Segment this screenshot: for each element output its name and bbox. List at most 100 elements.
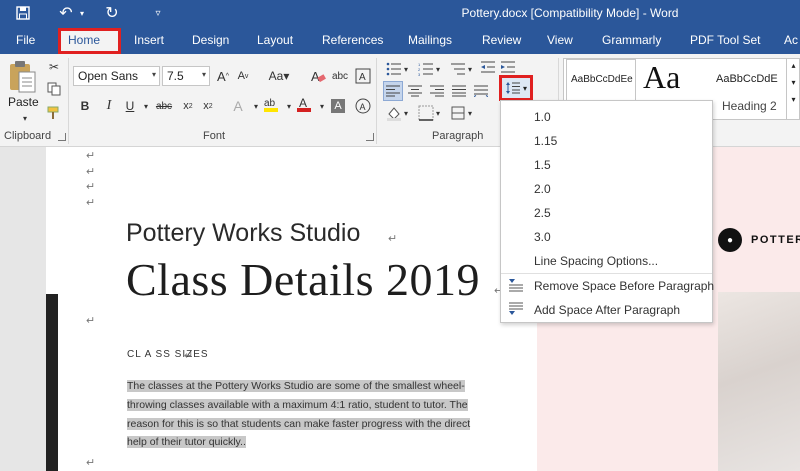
increase-indent-icon[interactable] bbox=[499, 58, 517, 76]
window-title: Pottery.docx [Compatibility Mode] - Word bbox=[461, 6, 679, 20]
line-spacing-option-2-0[interactable]: 2.0 bbox=[534, 182, 551, 196]
tab-review[interactable]: Review bbox=[482, 33, 521, 47]
character-shading-icon[interactable]: A bbox=[331, 99, 345, 113]
tab-pdf-tool-set[interactable]: PDF Tool Set bbox=[690, 33, 760, 47]
document-heading-1[interactable]: Pottery Works Studio bbox=[126, 219, 360, 248]
style-preview: AaBbCcDdEe bbox=[571, 74, 633, 85]
multilevel-dropdown-icon[interactable]: ▾ bbox=[465, 60, 475, 78]
numbering-dropdown-icon[interactable]: ▾ bbox=[433, 60, 443, 78]
line-spacing-button[interactable]: ▾ bbox=[499, 75, 533, 101]
body-line-text: help of their tutor quickly.. bbox=[127, 436, 246, 448]
line-spacing-option-1-0[interactable]: 1.0 bbox=[534, 110, 551, 124]
chevron-down-icon[interactable]: ▾ bbox=[787, 78, 799, 87]
line-spacing-option-1-15[interactable]: 1.15 bbox=[534, 134, 557, 148]
font-color-icon[interactable]: A bbox=[295, 95, 313, 113]
underline-dropdown-icon[interactable]: ▾ bbox=[137, 97, 155, 115]
tab-file[interactable]: File bbox=[16, 33, 35, 47]
chevron-down-icon: ▾ bbox=[522, 83, 527, 93]
align-left-icon[interactable] bbox=[383, 81, 403, 101]
line-spacing-option-1-5[interactable]: 1.5 bbox=[534, 158, 551, 172]
paragraph-mark: ↵ bbox=[86, 457, 96, 469]
justify-icon[interactable] bbox=[450, 82, 468, 100]
shrink-font-icon[interactable]: Av bbox=[234, 67, 252, 85]
decrease-indent-icon[interactable] bbox=[479, 58, 497, 76]
text-effects-icon[interactable]: A bbox=[229, 97, 247, 115]
remove-space-before-item[interactable]: Remove Space Before Paragraph bbox=[534, 279, 714, 293]
font-name-combo[interactable]: Open Sans ▾ bbox=[73, 66, 160, 86]
document-heading-2[interactable]: Class Details 2019 bbox=[126, 253, 480, 306]
paragraph-mark: ↵ bbox=[86, 181, 96, 193]
group-divider bbox=[376, 58, 377, 144]
style-preview: Aa bbox=[643, 59, 681, 95]
enclose-characters-icon[interactable]: A bbox=[354, 97, 372, 115]
line-spacing-option-3-0[interactable]: 3.0 bbox=[534, 230, 551, 244]
add-space-after-icon bbox=[508, 302, 524, 316]
paste-button-label[interactable]: Paste bbox=[8, 95, 39, 109]
font-size-value: 7.5 bbox=[167, 69, 184, 83]
tab-view[interactable]: View bbox=[547, 33, 573, 47]
body-line-text: throwing classes available with a maximu… bbox=[127, 399, 468, 411]
remove-space-before-icon bbox=[508, 278, 524, 292]
clipboard-group-label: Clipboard bbox=[4, 130, 52, 142]
side-logo: ● POTTER bbox=[718, 228, 800, 252]
more-styles-icon[interactable]: ▾ bbox=[787, 95, 799, 104]
bold-icon[interactable]: B bbox=[76, 97, 94, 115]
change-case-icon[interactable]: Aa▾ bbox=[266, 67, 292, 85]
tab-layout[interactable]: Layout bbox=[257, 33, 293, 47]
font-size-combo[interactable]: 7.5 ▾ bbox=[162, 66, 210, 86]
highlight-icon[interactable]: ab bbox=[262, 95, 280, 113]
svg-text:A: A bbox=[360, 102, 366, 112]
body-line[interactable]: throwing classes available with a maximu… bbox=[127, 397, 477, 414]
clear-formatting-icon[interactable]: A bbox=[309, 67, 327, 85]
line-spacing-options-item[interactable]: Line Spacing Options... bbox=[534, 254, 658, 268]
paragraph-group-label: Paragraph bbox=[432, 130, 484, 142]
borders-dropdown-icon[interactable]: ▾ bbox=[433, 104, 443, 122]
line-spacing-option-2-5[interactable]: 2.5 bbox=[534, 206, 551, 220]
phonetic-guide-icon[interactable]: abc bbox=[331, 67, 349, 85]
font-group-label: Font bbox=[203, 130, 226, 142]
shading-dropdown-icon[interactable]: ▾ bbox=[401, 104, 411, 122]
font-color-dropdown-icon[interactable]: ▾ bbox=[313, 97, 331, 115]
align-center-icon[interactable] bbox=[406, 82, 424, 100]
font-launcher-icon[interactable] bbox=[366, 133, 374, 141]
tab-grammarly[interactable]: Grammarly bbox=[602, 33, 661, 47]
paste-dropdown-icon[interactable]: ▾ bbox=[16, 109, 34, 127]
chevron-down-icon: ▾ bbox=[201, 70, 206, 79]
grow-font-icon[interactable]: A ^ bbox=[214, 67, 232, 85]
character-border-icon[interactable]: A bbox=[354, 67, 372, 85]
section-label[interactable]: CL A SS SIZES bbox=[127, 349, 209, 360]
cut-icon[interactable]: ✂ bbox=[45, 58, 63, 76]
group-divider bbox=[68, 58, 69, 144]
italic-icon[interactable]: I bbox=[100, 97, 118, 115]
svg-text:3: 3 bbox=[418, 72, 421, 76]
tab-ac[interactable]: Ac bbox=[784, 33, 798, 47]
menu-divider bbox=[501, 273, 712, 274]
body-line[interactable]: reason for this is so that students can … bbox=[127, 416, 477, 433]
body-line[interactable]: help of their tutor quickly.. bbox=[127, 434, 477, 451]
tab-design[interactable]: Design bbox=[192, 33, 229, 47]
align-right-icon[interactable] bbox=[428, 82, 446, 100]
subscript-icon[interactable]: x2 bbox=[179, 97, 197, 115]
clipboard-launcher-icon[interactable] bbox=[58, 133, 66, 141]
pottery-photo bbox=[718, 292, 800, 471]
strikethrough-icon[interactable]: abc bbox=[155, 97, 173, 115]
styles-scroll[interactable]: ▴ ▾ ▾ bbox=[786, 59, 799, 119]
copy-icon[interactable] bbox=[45, 80, 63, 98]
format-painter-icon[interactable] bbox=[45, 104, 63, 122]
svg-text:A: A bbox=[311, 69, 320, 84]
distributed-icon[interactable] bbox=[472, 82, 490, 100]
body-line[interactable]: The classes at the Pottery Works Studio … bbox=[127, 378, 477, 395]
style-heading-2-label: Heading 2 bbox=[722, 99, 777, 113]
paragraph-mark: ↵ bbox=[184, 350, 194, 362]
bullets-dropdown-icon[interactable]: ▾ bbox=[401, 60, 411, 78]
tab-insert[interactable]: Insert bbox=[134, 33, 164, 47]
asian-layout-dropdown-icon[interactable]: ▾ bbox=[465, 104, 475, 122]
tab-mailings[interactable]: Mailings bbox=[408, 33, 452, 47]
tab-references[interactable]: References bbox=[322, 33, 383, 47]
add-space-after-item[interactable]: Add Space After Paragraph bbox=[534, 303, 680, 317]
chevron-up-icon[interactable]: ▴ bbox=[787, 61, 799, 70]
style-heading-2[interactable]: AaBbCcDdE Heading 2 bbox=[714, 59, 784, 119]
tab-home[interactable]: Home bbox=[58, 28, 121, 54]
paste-icon[interactable] bbox=[7, 60, 37, 96]
superscript-icon[interactable]: x2 bbox=[199, 97, 217, 115]
